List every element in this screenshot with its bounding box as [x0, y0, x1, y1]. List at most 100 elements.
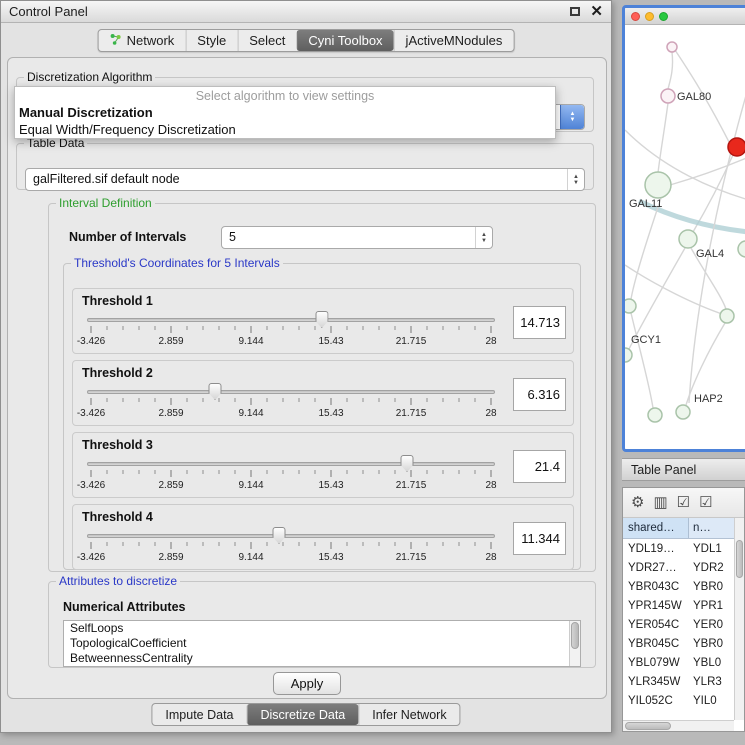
table-row[interactable]: YDL19…YDL1 — [623, 539, 734, 558]
control-panel-titlebar[interactable]: Control Panel ✕ — [1, 1, 611, 23]
discretization-algorithm-legend: Discretization Algorithm — [24, 70, 155, 84]
combobox-stepper-icon[interactable] — [567, 169, 584, 190]
threshold-label: Threshold 2 — [82, 366, 153, 380]
algorithm-option-manual-discretization[interactable]: Manual Discretization — [15, 104, 555, 121]
tab-label: jActiveMNodules — [406, 33, 503, 48]
network-node-gal11[interactable] — [645, 172, 671, 198]
table-row[interactable]: YPR145WYPR1 — [623, 596, 734, 615]
network-node[interactable] — [728, 138, 745, 156]
threshold-slider[interactable]: -3.4262.8599.14415.4321.71528 — [81, 527, 501, 567]
scrollbar-thumb[interactable] — [625, 722, 671, 730]
slider-ticks — [91, 470, 491, 478]
network-node-hap2[interactable] — [676, 405, 690, 419]
network-node-gal80[interactable] — [661, 89, 675, 103]
titlebar-icons: ✕ — [570, 4, 603, 19]
scrollbar-thumb[interactable] — [736, 540, 743, 578]
scale-label: 2.859 — [158, 552, 183, 563]
table-data-combobox[interactable]: galFiltered.sif default node — [25, 168, 585, 191]
bottom-tab-infer-network[interactable]: Infer Network — [358, 704, 459, 725]
network-node[interactable] — [648, 408, 662, 422]
scale-label: 21.715 — [396, 480, 427, 491]
threshold-panel-3: Threshold 321.4-3.4262.8599.14415.4321.7… — [72, 432, 574, 498]
tab-style[interactable]: Style — [185, 30, 237, 51]
table-row[interactable]: YBL079WYBL0 — [623, 653, 734, 672]
threshold-value-field[interactable]: 21.4 — [513, 450, 566, 483]
tab-jactivemnodules[interactable]: jActiveMNodules — [394, 30, 514, 51]
scale-label: 15.43 — [318, 336, 343, 347]
bottom-tab-discretize-data[interactable]: Discretize Data — [247, 704, 359, 725]
threshold-slider[interactable]: -3.4262.8599.14415.4321.71528 — [81, 455, 501, 495]
threshold-value-field[interactable]: 11.344 — [513, 522, 566, 555]
control-panel-window: Control Panel ✕ Network StyleSelectCyni T… — [0, 0, 612, 733]
scrollbar-thumb[interactable] — [571, 622, 579, 649]
attributes-legend: Attributes to discretize — [56, 574, 180, 588]
table-header-row: shared… n… — [623, 518, 744, 539]
threshold-panel-1: Threshold 114.713-3.4262.8599.14415.4321… — [72, 288, 574, 354]
column-header-shared-name[interactable]: shared… — [623, 518, 689, 538]
table-horizontal-scrollbar[interactable] — [623, 720, 734, 731]
table-panel-header[interactable]: Table Panel — [622, 458, 745, 481]
cell-name: YER0 — [689, 619, 734, 631]
select-all-rows-icon[interactable]: ☑ — [677, 495, 690, 510]
columns-icon[interactable]: ▥ — [653, 495, 667, 510]
slider-track[interactable] — [87, 390, 495, 394]
close-icon[interactable]: ✕ — [590, 4, 603, 19]
tab-network[interactable]: Network — [99, 30, 186, 51]
threshold-slider[interactable]: -3.4262.8599.14415.4321.71528 — [81, 383, 501, 423]
threshold-value-field[interactable]: 6.316 — [513, 378, 566, 411]
algorithm-option-equal-width-frequency-discretization[interactable]: Equal Width/Frequency Discretization — [15, 121, 555, 138]
network-canvas[interactable]: GAL80GAL11GAL4GCY1HAP2 — [625, 25, 745, 449]
attribute-item[interactable]: BetweennessCentrality — [64, 651, 580, 666]
apply-button[interactable]: Apply — [273, 672, 341, 695]
tab-cyni-toolbox[interactable]: Cyni Toolbox — [296, 30, 393, 51]
slider-track[interactable] — [87, 534, 495, 538]
scale-label: 2.859 — [158, 336, 183, 347]
bottom-tab-bar: Impute DataDiscretize DataInfer Network — [151, 703, 460, 726]
bottom-tab-impute-data[interactable]: Impute Data — [152, 704, 246, 725]
table-row[interactable]: YIL052CYIL0 — [623, 691, 734, 710]
network-window-titlebar[interactable] — [625, 8, 745, 25]
threshold-value-field[interactable]: 14.713 — [513, 306, 566, 339]
scale-label: 28 — [485, 336, 496, 347]
network-node[interactable] — [720, 309, 734, 323]
network-node[interactable] — [625, 299, 636, 313]
tab-select[interactable]: Select — [237, 30, 296, 51]
thresholds-group: Threshold's Coordinates for 5 Intervals … — [63, 256, 581, 570]
cell-name: YLR3 — [689, 676, 734, 688]
table-row[interactable]: YLR345WYLR3 — [623, 672, 734, 691]
network-node-gal4[interactable] — [679, 230, 697, 248]
slider-scale: -3.4262.8599.14415.4321.71528 — [91, 408, 491, 420]
node-label: GCY1 — [631, 334, 661, 346]
table-row[interactable]: YBR043CYBR0 — [623, 577, 734, 596]
table-row[interactable]: YER054CYER0 — [623, 615, 734, 634]
threshold-slider[interactable]: -3.4262.8599.14415.4321.71528 — [81, 311, 501, 351]
attribute-item[interactable]: SelfLoops — [64, 621, 580, 636]
attributes-group: Attributes to discretize Numerical Attri… — [48, 574, 596, 668]
network-node[interactable] — [738, 241, 745, 257]
table-row[interactable]: YBR045CYBR0 — [623, 634, 734, 653]
attribute-item[interactable]: TopologicalCoefficient — [64, 636, 580, 651]
scale-label: -3.426 — [77, 480, 105, 491]
close-traffic-light-icon[interactable] — [631, 12, 640, 21]
slider-track[interactable] — [87, 462, 495, 466]
slider-track[interactable] — [87, 318, 495, 322]
number-of-intervals-combobox[interactable]: 5 — [221, 226, 493, 249]
minimize-traffic-light-icon[interactable] — [645, 12, 654, 21]
table-row[interactable]: YDR27…YDR2 — [623, 558, 734, 577]
node-label: GAL80 — [677, 91, 711, 103]
combobox-stepper-icon[interactable] — [475, 227, 492, 248]
attributes-scrollbar[interactable] — [569, 621, 580, 666]
slider-ticks — [91, 542, 491, 550]
tab-label: Network — [127, 33, 175, 48]
zoom-traffic-light-icon[interactable] — [659, 12, 668, 21]
combobox-stepper-icon[interactable] — [560, 105, 584, 129]
float-window-icon[interactable] — [570, 7, 580, 16]
table-vertical-scrollbar[interactable] — [734, 518, 744, 720]
gear-icon[interactable]: ⚙ — [631, 495, 644, 510]
slider-scale: -3.4262.8599.14415.4321.71528 — [91, 480, 491, 492]
select-columns-icon[interactable]: ☑ — [699, 495, 712, 510]
cell-name: YPR1 — [689, 600, 734, 612]
network-node[interactable] — [667, 42, 677, 52]
network-node-gcy1[interactable] — [625, 348, 632, 362]
top-tab-bar: Network StyleSelectCyni Toolbox jActiveMNo… — [98, 29, 515, 52]
